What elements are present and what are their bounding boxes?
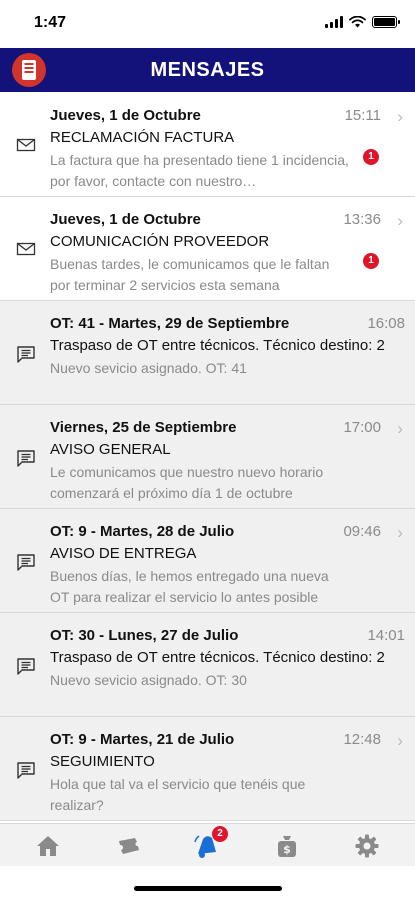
notifications-badge: 2: [212, 826, 228, 842]
chevron-right-icon: ›: [397, 523, 403, 542]
message-date: Viernes, 25 de Septiembre: [50, 419, 237, 436]
message-subject: COMUNICACIÓN PROVEEDOR: [50, 233, 270, 250]
unread-badge: 1: [363, 253, 379, 269]
message-time: 13:36: [343, 211, 381, 228]
tab-tickets[interactable]: [113, 832, 143, 860]
message-subject: Traspaso de OT entre técnicos. Técnico d…: [50, 649, 385, 666]
message-time: 16:08: [367, 315, 405, 332]
message-item[interactable]: OT: 9 - Martes, 21 de Julio 12:48 › SEGUIMI…: [0, 717, 415, 821]
message-preview: Buenos días, le hemos entregado una nuev…: [50, 568, 329, 605]
status-bar: 1:47: [0, 0, 415, 48]
message-time: 14:01: [367, 627, 405, 644]
message-time: 09:46: [343, 523, 381, 540]
envelope-icon: [16, 137, 36, 153]
ticket-icon: [119, 838, 139, 854]
chevron-right-icon: ›: [397, 731, 403, 750]
message-item[interactable]: Jueves, 1 de Octubre 15:11 › RECLAMACIÓN FA…: [0, 93, 415, 197]
chat-icon: [16, 761, 36, 779]
message-preview: La factura que ha presentado tiene 1 inc…: [50, 152, 349, 189]
message-time: 12:48: [343, 731, 381, 748]
message-date: Jueves, 1 de Octubre: [50, 107, 201, 124]
status-icons: [325, 16, 400, 28]
tab-payments[interactable]: $: [272, 832, 302, 860]
unread-badge: 1: [363, 149, 379, 165]
message-item[interactable]: Viernes, 25 de Septiembre 17:00 › AVISO GEN…: [0, 405, 415, 509]
message-item[interactable]: OT: 41 - Martes, 29 de Septiembre 16:08 Tr…: [0, 301, 415, 405]
message-subject: Traspaso de OT entre técnicos. Técnico d…: [50, 337, 385, 354]
home-indicator[interactable]: [134, 886, 282, 891]
message-preview: Nuevo sevicio asignado. OT: 30: [50, 672, 247, 688]
tab-messages[interactable]: 2: [192, 826, 228, 860]
message-preview: Nuevo sevicio asignado. OT: 41: [50, 360, 247, 376]
message-subject: RECLAMACIÓN FACTURA: [50, 129, 235, 146]
chevron-right-icon: ›: [397, 107, 403, 126]
message-date: OT: 41 - Martes, 29 de Septiembre: [50, 315, 290, 332]
chevron-right-icon: ›: [397, 419, 403, 438]
money-bag-icon: $: [278, 836, 296, 857]
bottom-area: [0, 866, 415, 900]
message-time: 17:00: [343, 419, 381, 436]
message-time: 15:11: [344, 107, 381, 124]
chat-icon: [16, 345, 36, 363]
battery-icon: [372, 16, 400, 28]
message-preview: Buenas tardes, le comunicamos que le fal…: [50, 256, 330, 293]
message-date: OT: 30 - Lunes, 27 de Julio: [50, 627, 239, 644]
message-date: Jueves, 1 de Octubre: [50, 211, 201, 228]
gear-icon: [355, 834, 379, 858]
tab-settings[interactable]: [352, 832, 382, 860]
cellular-signal-icon: [325, 16, 343, 28]
page-title: MENSAJES: [150, 59, 265, 81]
message-preview: Le comunicamos que nuestro nuevo horario…: [50, 464, 324, 501]
message-date: OT: 9 - Martes, 21 de Julio: [50, 731, 235, 748]
message-preview: Hola que tal va el servicio que tenéis q…: [50, 776, 306, 813]
message-subject: SEGUIMIENTO: [50, 753, 155, 770]
svg-text:$: $: [283, 843, 291, 856]
message-date: OT: 9 - Martes, 28 de Julio: [50, 523, 235, 540]
message-subject: AVISO GENERAL: [50, 441, 171, 458]
message-item[interactable]: Jueves, 1 de Octubre 13:36 › COMUNICACIÓN P…: [0, 197, 415, 301]
tab-bar: 2 $: [0, 823, 415, 866]
tab-home[interactable]: [33, 832, 63, 860]
home-icon: [37, 836, 59, 856]
message-item[interactable]: OT: 30 - Lunes, 27 de Julio 14:01 Traspaso…: [0, 613, 415, 717]
message-subject: AVISO DE ENTREGA: [50, 545, 197, 562]
message-list[interactable]: Jueves, 1 de Octubre 15:11 › RECLAMACIÓN FA…: [0, 93, 415, 823]
envelope-icon: [16, 241, 36, 257]
app-header: MENSAJES: [0, 48, 415, 92]
message-item[interactable]: OT: 9 - Martes, 28 de Julio 09:46 › AVISO D…: [0, 509, 415, 613]
chat-icon: [16, 553, 36, 571]
chat-icon: [16, 449, 36, 467]
chevron-right-icon: ›: [397, 211, 403, 230]
chat-icon: [16, 657, 36, 675]
status-time: 1:47: [34, 14, 67, 31]
wifi-icon: [349, 16, 366, 28]
